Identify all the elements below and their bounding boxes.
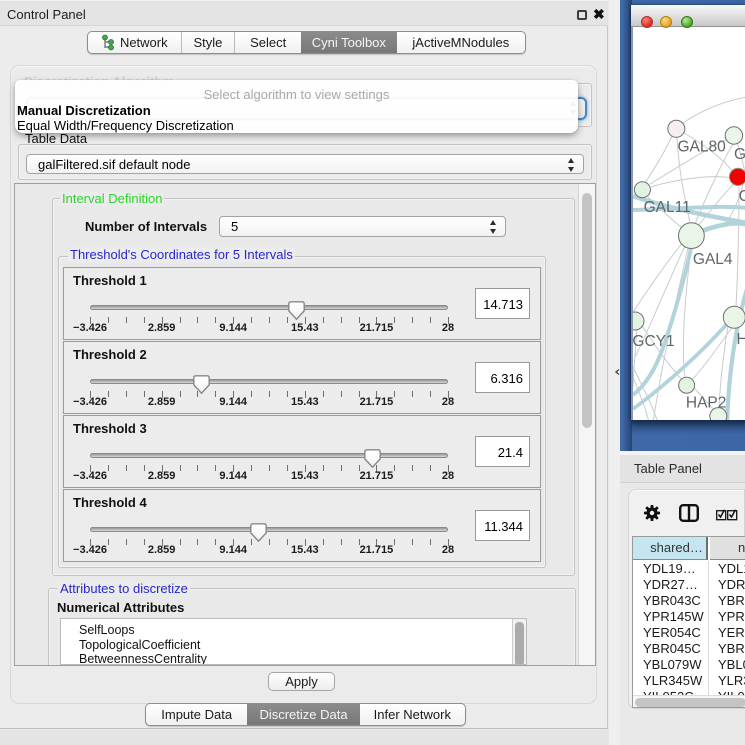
svg-text:GAL11: GAL11 — [644, 199, 691, 216]
svg-text:GAL80: GAL80 — [678, 138, 727, 155]
svg-text:H: H — [737, 331, 745, 348]
svg-text:C: C — [739, 188, 745, 205]
svg-text:GA: GA — [734, 146, 745, 163]
svg-text:HAP2: HAP2 — [686, 395, 727, 412]
svg-text:GCY1: GCY1 — [633, 333, 675, 350]
svg-text:GAL4: GAL4 — [693, 251, 733, 268]
